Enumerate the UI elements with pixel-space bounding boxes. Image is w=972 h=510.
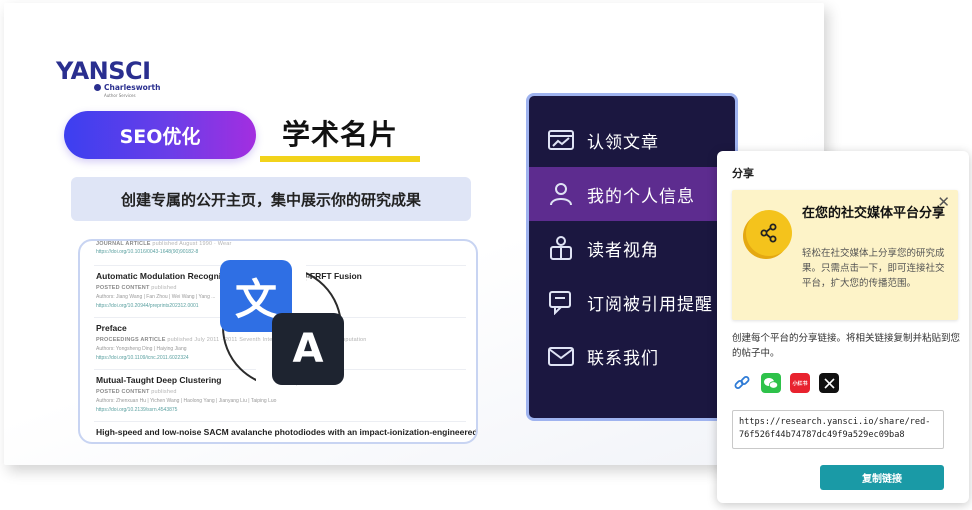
callout-heading: 在您的社交媒体平台分享 xyxy=(802,206,946,221)
logo-sub: Charlesworth xyxy=(94,83,160,92)
seo-pill: SEO优化 xyxy=(64,111,256,159)
promo-slide: YANSCI Charlesworth Author Services SEO优… xyxy=(4,3,824,465)
share-panel: 分享 ✕ 在您的社交媒体平台分享 轻松在社交媒体上分享您的研究成果。只需点击一下… xyxy=(717,151,969,503)
reader-view-icon xyxy=(550,236,572,260)
share-panel-title: 分享 xyxy=(732,167,754,180)
menu-label: 读者视角 xyxy=(587,240,659,261)
x-icon[interactable] xyxy=(819,373,839,393)
sub-banner: 创建专属的公开主页，集中展示你的研究成果 xyxy=(71,177,471,221)
pub-meta: JOURNAL ARTICLE published August 1990 · … xyxy=(96,241,232,247)
menu-label: 联系我们 xyxy=(587,348,659,369)
menu-item-citation-alert[interactable]: 订阅被引用提醒 xyxy=(529,275,735,329)
logo-sub-text: Charlesworth xyxy=(104,83,161,92)
callout-body: 轻松在社交媒体上分享您的研究成果。只需点击一下，即可连接社交平台，扩大您的传播范… xyxy=(802,248,945,289)
pub-meta: POSTED CONTENT published xyxy=(96,389,177,395)
menu-item-profile[interactable]: 我的个人信息 xyxy=(529,167,735,221)
list-item[interactable]: High-speed and low-noise SACM avalanche … xyxy=(96,427,476,437)
share-platforms: 小红书 xyxy=(732,373,839,393)
menu-item-reader-view[interactable]: 读者视角 xyxy=(529,221,735,275)
mail-icon xyxy=(548,347,574,366)
logo-tagline: Author Services xyxy=(104,93,136,98)
pub-doi-link[interactable]: https://doi.org/10.2139/ssrn.4543875 xyxy=(96,407,276,413)
menu-item-contact[interactable]: 联系我们 xyxy=(529,329,735,383)
menu-label: 认领文章 xyxy=(587,132,659,153)
copy-link-button[interactable]: 复制链接 xyxy=(820,465,944,490)
pub-title[interactable]: High-speed and low-noise SACM avalanche … xyxy=(96,427,476,437)
list-item[interactable]: JOURNAL ARTICLE published August 1990 · … xyxy=(96,241,232,255)
logo-wordmark: YANSCI xyxy=(56,57,151,85)
page: YANSCI Charlesworth Author Services SEO优… xyxy=(0,0,972,510)
profile-icon xyxy=(550,183,572,206)
share-url-field[interactable]: https://research.yansci.io/share/red-76f… xyxy=(732,410,944,449)
headline-underline xyxy=(260,156,420,162)
charlesworth-dot-icon xyxy=(94,84,101,91)
wechat-icon[interactable] xyxy=(761,373,781,393)
menu-label: 我的个人信息 xyxy=(587,186,695,207)
share-instructions: 创建每个平台的分享链接。将相关链接复制并粘贴到您的帖子中。 xyxy=(732,333,961,359)
yansci-logo: YANSCI Charlesworth Author Services xyxy=(56,57,160,99)
citation-alert-icon xyxy=(549,291,571,315)
translate-icon: 文 A xyxy=(216,255,346,391)
link-icon[interactable] xyxy=(732,373,752,393)
xiaohongshu-icon[interactable]: 小红书 xyxy=(790,373,810,393)
pub-doi-link[interactable]: https://doi.org/10.1016/0043-1648(90)901… xyxy=(96,249,232,255)
share-callout: ✕ 在您的社交媒体平台分享 轻松在社交媒体上分享您的研究成果。只需点击一下，即可… xyxy=(732,190,958,320)
claim-articles-icon xyxy=(548,130,574,150)
menu-item-claim-articles[interactable]: 认领文章 xyxy=(529,113,735,167)
pub-authors: Authors: Zhenxuan Hu | Yichen Wang | Hao… xyxy=(96,398,277,404)
xiaohongshu-label: 小红书 xyxy=(792,380,808,387)
share-icon xyxy=(746,210,792,256)
latin-glyph-tile: A xyxy=(272,313,344,385)
profile-menu: 认领文章 我的个人信息 读者视角 订阅被引用提醒 联系我们 xyxy=(526,93,738,421)
menu-label: 订阅被引用提醒 xyxy=(587,294,713,315)
divider xyxy=(94,421,466,422)
slide-headline: 学术名片 xyxy=(282,118,399,151)
